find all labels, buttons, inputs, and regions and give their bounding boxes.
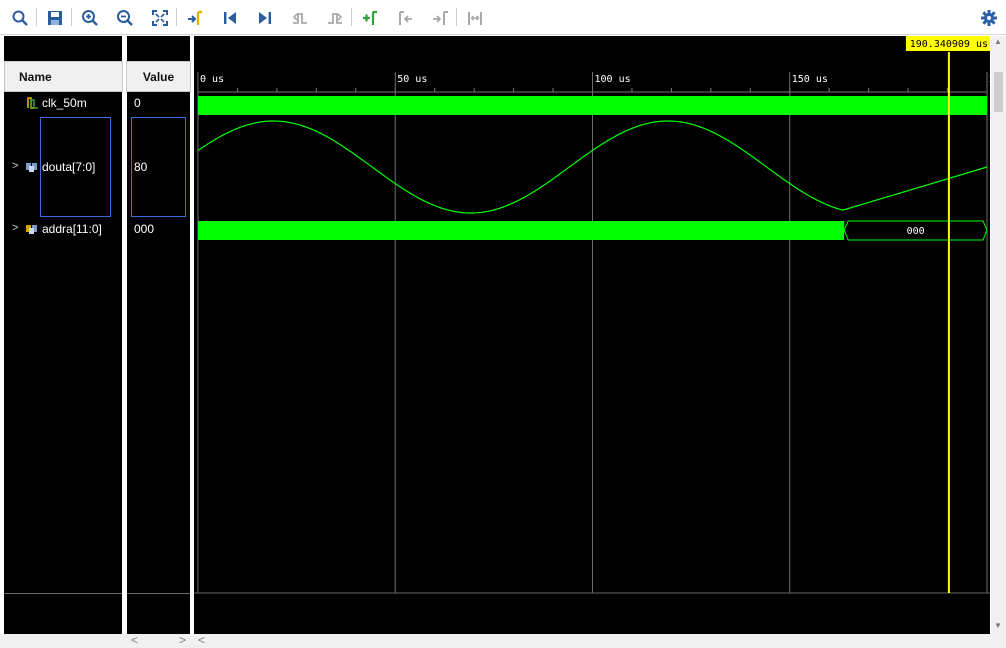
toolbar-separator bbox=[351, 8, 352, 26]
add-marker-icon[interactable] bbox=[359, 7, 381, 29]
time-tick-label: 100 us bbox=[595, 74, 631, 85]
signal-name: clk_50m bbox=[42, 96, 87, 110]
clock-signal-icon bbox=[26, 96, 40, 110]
settings-gear-icon[interactable] bbox=[978, 7, 1000, 29]
signal-name: addra[11:0] bbox=[42, 222, 102, 236]
scroll-left-arrow[interactable]: < bbox=[198, 633, 205, 647]
scroll-right-arrow[interactable]: > bbox=[179, 633, 186, 647]
waveform-pane[interactable]: 0 us 50 us 100 us 150 us 2 000 190.340909 us bbox=[194, 36, 990, 634]
toolbar-separator bbox=[176, 8, 177, 26]
zoom-out-icon[interactable] bbox=[114, 7, 136, 29]
addra-bus-waveform bbox=[198, 221, 845, 240]
previous-transition-icon bbox=[289, 7, 311, 29]
pane-divider bbox=[4, 593, 122, 594]
clk-50m-waveform bbox=[198, 96, 987, 115]
zoom-fit-icon[interactable] bbox=[149, 7, 171, 29]
toolbar-separator bbox=[71, 8, 72, 26]
name-column-label: Name bbox=[19, 69, 52, 84]
cursor-time-label: 190.340909 us bbox=[910, 39, 988, 50]
vertical-scrollbar[interactable]: ▲ ▼ bbox=[991, 36, 1006, 634]
waveform-canvas[interactable]: 0 us 50 us 100 us 150 us 2 000 190.340909 us bbox=[194, 36, 990, 634]
signal-name: douta[7:0] bbox=[42, 160, 96, 174]
bus-signal-icon bbox=[25, 160, 39, 174]
toolbar-separator bbox=[456, 8, 457, 26]
time-tick-label: 150 us bbox=[792, 74, 828, 85]
zoom-in-icon[interactable] bbox=[79, 7, 101, 29]
scroll-down-arrow[interactable]: ▼ bbox=[994, 621, 1002, 630]
search-icon[interactable] bbox=[9, 7, 31, 29]
save-icon[interactable] bbox=[44, 7, 66, 29]
value-column-label: Value bbox=[142, 69, 175, 84]
signal-value: 000 bbox=[134, 222, 155, 236]
signal-value: 80 bbox=[134, 160, 148, 174]
time-tick-label: 50 us bbox=[397, 74, 427, 85]
signal-value: 0 bbox=[134, 96, 141, 110]
time-tick-label: 2 bbox=[989, 74, 990, 85]
pane-divider bbox=[127, 593, 190, 594]
previous-marker-icon bbox=[394, 7, 416, 29]
expand-chevron-icon[interactable]: > bbox=[12, 160, 18, 172]
next-marker-icon bbox=[429, 7, 451, 29]
vertical-scroll-thumb[interactable] bbox=[994, 72, 1003, 112]
go-to-cursor-icon[interactable] bbox=[184, 7, 206, 29]
value-column-header[interactable]: Value bbox=[126, 61, 191, 92]
addra-bus-value: 000 bbox=[907, 226, 925, 237]
name-column-header[interactable]: Name bbox=[4, 61, 123, 92]
swap-cursors-icon bbox=[464, 7, 486, 29]
waveform-toolbar bbox=[0, 0, 1006, 35]
go-to-time-zero-icon[interactable] bbox=[219, 7, 241, 29]
go-to-last-time-icon[interactable] bbox=[254, 7, 276, 29]
next-transition-icon bbox=[324, 7, 346, 29]
bus-signal-icon bbox=[25, 222, 39, 236]
scroll-left-arrow[interactable]: < bbox=[131, 633, 138, 647]
expand-chevron-icon[interactable]: > bbox=[12, 222, 18, 234]
time-tick-label: 0 us bbox=[200, 74, 224, 85]
scroll-up-arrow[interactable]: ▲ bbox=[994, 37, 1002, 46]
toolbar-separator bbox=[36, 8, 37, 26]
horizontal-scrollbar[interactable]: < > < bbox=[0, 633, 1006, 648]
